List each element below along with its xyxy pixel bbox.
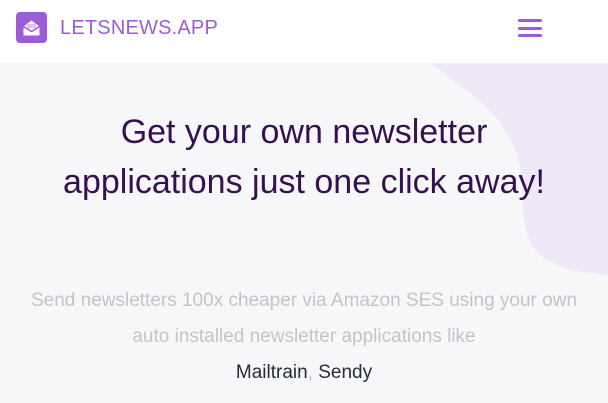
logo[interactable]	[16, 12, 47, 43]
hero-section: Get your own newsletter applications jus…	[0, 63, 608, 403]
app-separator: ,	[307, 362, 313, 383]
hamburger-menu-icon[interactable]	[517, 18, 543, 38]
menu-bar	[518, 19, 542, 22]
brand-name[interactable]: LETSNEWS.APP	[60, 15, 218, 41]
app-link-sendy[interactable]: Sendy	[318, 362, 372, 383]
hero-headline: Get your own newsletter applications jus…	[63, 113, 545, 201]
app-link-mailtrain[interactable]: Mailtrain	[236, 362, 308, 383]
envelope-open-icon	[23, 20, 40, 35]
hero-subtext: Send newsletters 100x cheaper via Amazon…	[24, 283, 584, 391]
hero-description: Send newsletters 100x cheaper via Amazon…	[30, 290, 578, 347]
menu-bar	[518, 26, 542, 30]
menu-bar	[518, 34, 542, 37]
site-header: LETSNEWS.APP	[0, 0, 608, 63]
page: LETSNEWS.APP Get your own newsletter app…	[0, 0, 608, 403]
